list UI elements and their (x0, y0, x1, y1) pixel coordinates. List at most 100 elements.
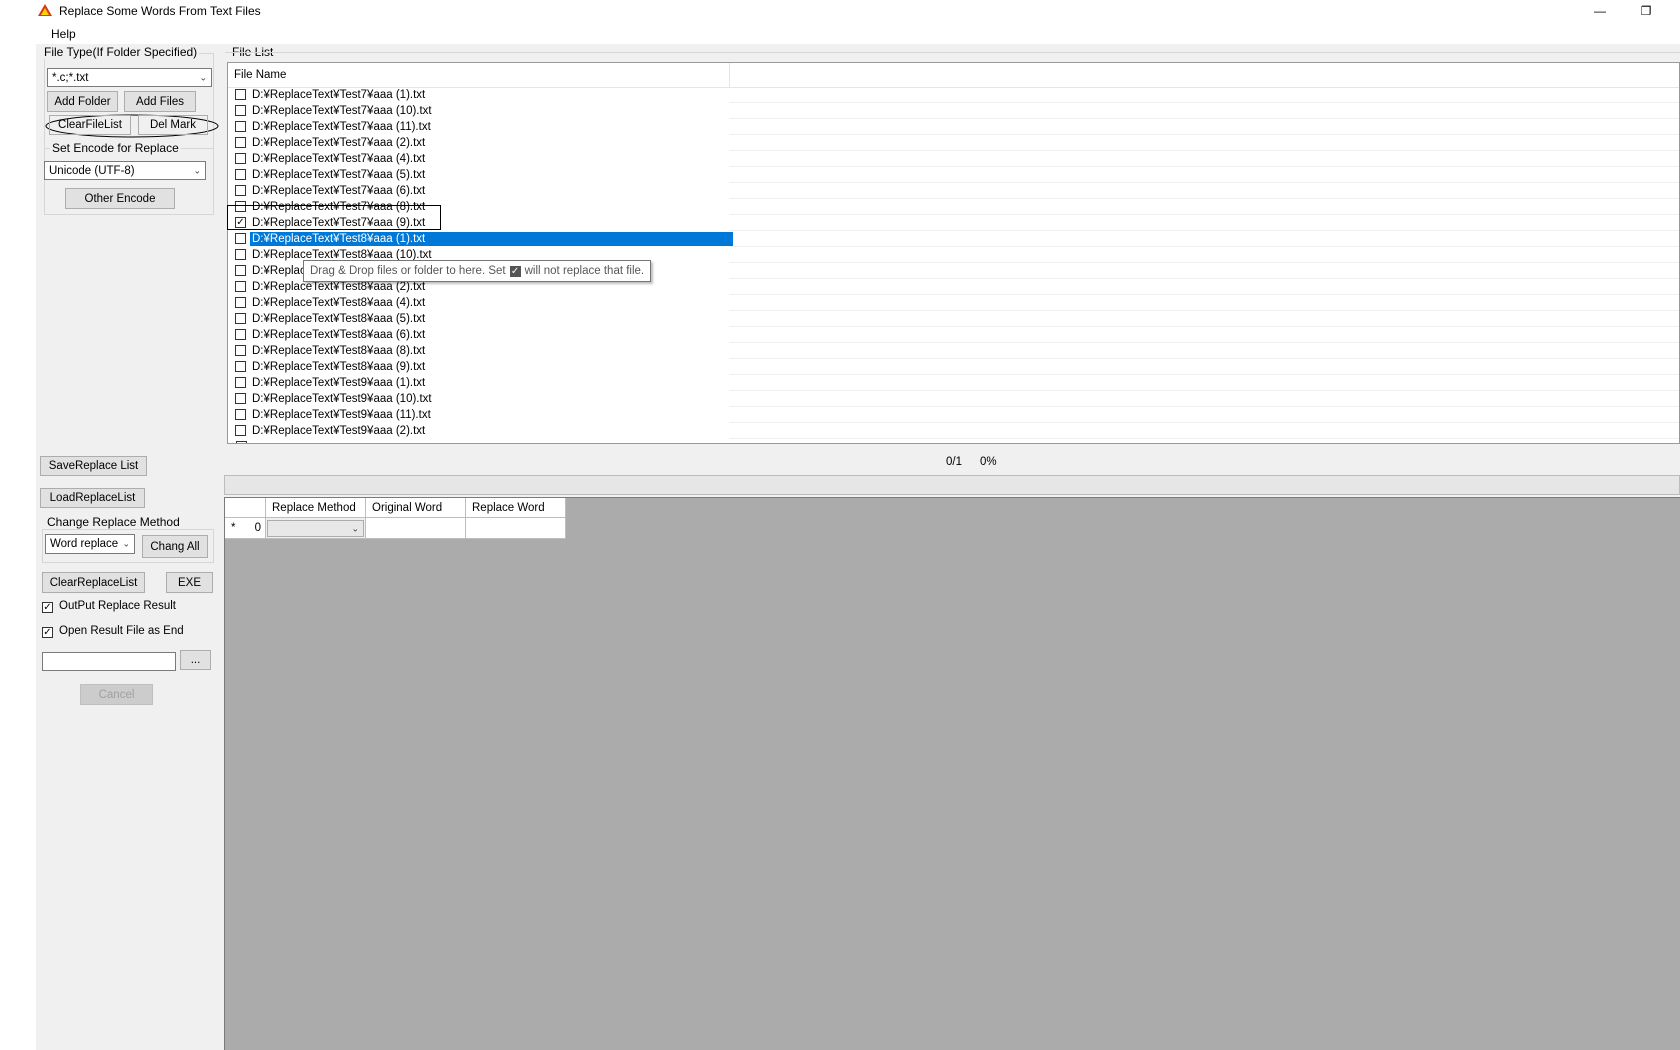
other-encode-button[interactable]: Other Encode (65, 188, 175, 209)
file-checkbox[interactable] (235, 361, 246, 372)
file-checkbox[interactable] (235, 89, 246, 100)
row-gridline (729, 438, 1679, 439)
column-header-original-word[interactable]: Original Word (366, 498, 466, 518)
file-row[interactable]: D:¥ReplaceText¥Test7¥aaa (10).txt (228, 103, 1679, 119)
file-row[interactable]: D:¥ReplaceText¥Test7¥aaa (2).txt (228, 135, 1679, 151)
file-list-header: File Name (228, 63, 1679, 88)
add-folder-button[interactable]: Add Folder (47, 91, 118, 112)
file-row[interactable]: D:¥ReplaceText¥Test7¥aaa (6).txt (228, 183, 1679, 199)
file-list-view[interactable]: File Name D:¥ReplaceText¥Test7¥aaa (1).t… (227, 62, 1680, 444)
replace-word-cell[interactable] (466, 518, 566, 539)
file-row[interactable]: D:¥ReplaceText¥Test7¥aaa (5).txt (228, 167, 1679, 183)
file-checkbox[interactable] (235, 393, 246, 404)
file-row[interactable]: D:¥ReplaceText¥Test9¥aaa (10).txt (228, 391, 1679, 407)
file-name: D:¥ReplaceText¥Test7¥aaa (1).txt (252, 89, 426, 101)
file-row[interactable]: D:¥ReplaceText¥Test8¥aaa (8).txt (228, 343, 1679, 359)
file-checkbox[interactable] (235, 345, 246, 356)
title-bar: Replace Some Words From Text Files — ❐ (0, 0, 1680, 22)
file-checkbox[interactable] (235, 409, 246, 420)
file-row[interactable]: D:¥ReplaceText¥Test8¥aaa (9).txt (228, 359, 1679, 375)
file-name: D:¥ReplaceText¥Test9¥aaa (10).txt (252, 393, 432, 405)
app-icon (38, 4, 52, 16)
replace-method-cell-combo[interactable]: ⌄ (267, 520, 364, 537)
partial-row-checkbox (236, 441, 247, 443)
file-name: D:¥ReplaceText¥Test8¥aaa (9).txt (252, 361, 426, 373)
tooltip-text-after: will not replace that file. (524, 265, 645, 277)
original-word-cell[interactable] (366, 518, 466, 539)
file-row[interactable]: D:¥ReplaceText¥Test7¥aaa (1).txt (228, 87, 1679, 103)
replace-method-combo[interactable]: Word replace ⌄ (45, 534, 135, 554)
file-checkbox[interactable] (235, 233, 246, 244)
save-replace-list-button[interactable]: SaveReplace List (40, 456, 147, 476)
exe-button[interactable]: EXE (166, 572, 213, 593)
output-result-checkbox[interactable]: ✓ (42, 602, 53, 613)
file-type-group-label: File Type(If Folder Specified) (42, 45, 200, 59)
clear-replace-list-button[interactable]: ClearReplaceList (42, 572, 145, 593)
file-name: D:¥ReplaceText¥Test7¥aaa (4).txt (252, 153, 426, 165)
file-name: D:¥ReplaceText¥Test7¥aaa (6).txt (252, 185, 426, 197)
file-checkbox[interactable] (235, 137, 246, 148)
load-replace-list-button[interactable]: LoadReplaceList (40, 488, 145, 508)
grid-corner-header (225, 498, 266, 518)
file-row[interactable]: D:¥ReplaceText¥Test7¥aaa (4).txt (228, 151, 1679, 167)
file-checkbox[interactable] (235, 249, 246, 260)
file-checkbox[interactable] (235, 297, 246, 308)
file-checkbox[interactable] (235, 169, 246, 180)
chevron-down-icon: ⌄ (351, 523, 359, 533)
file-name: D:¥ReplaceText¥Test9¥aaa (2).txt (252, 425, 426, 437)
file-row[interactable]: D:¥ReplaceText¥Test9¥aaa (11).txt (228, 407, 1679, 423)
file-row[interactable]: D:¥ReplaceText¥Test8¥aaa (1).txt (228, 231, 1679, 247)
replace-method-cell[interactable]: ⌄ (266, 518, 366, 539)
file-name: D:¥ReplaceText¥Test7¥aaa (10).txt (252, 105, 432, 117)
file-checkbox[interactable] (235, 377, 246, 388)
file-checkbox[interactable] (235, 265, 246, 276)
file-checkbox[interactable] (235, 105, 246, 116)
file-type-value: *.c;*.txt (52, 71, 89, 84)
result-path-input[interactable] (42, 652, 176, 671)
column-header-replace-method[interactable]: Replace Method (266, 498, 366, 518)
file-row[interactable]: D:¥ReplaceText¥Test8¥aaa (5).txt (228, 311, 1679, 327)
replace-grid[interactable]: Replace Method Original Word Replace Wor… (224, 497, 1680, 1050)
menu-bar: Help (36, 24, 1680, 44)
column-separator (729, 63, 730, 87)
restore-button[interactable]: ❐ (1623, 0, 1669, 22)
file-checkbox[interactable] (235, 185, 246, 196)
minimize-button[interactable]: — (1577, 0, 1623, 22)
file-checkbox[interactable] (235, 425, 246, 436)
browse-button[interactable]: ... (180, 650, 211, 670)
file-checkbox[interactable] (235, 329, 246, 340)
file-row[interactable]: D:¥ReplaceText¥Test8¥aaa (4).txt (228, 295, 1679, 311)
file-row[interactable]: D:¥ReplaceText¥Test8¥aaa (6).txt (228, 327, 1679, 343)
tooltip-text-before: Drag & Drop files or folder to here. Set (310, 265, 506, 277)
del-mark-button[interactable]: Del Mark (138, 115, 208, 135)
file-checkbox[interactable] (235, 121, 246, 132)
file-type-combo[interactable]: *.c;*.txt ⌄ (47, 68, 212, 87)
file-row[interactable]: D:¥ReplaceText¥Test7¥aaa (8).txt (228, 199, 1679, 215)
file-checkbox[interactable] (235, 153, 246, 164)
file-checkbox[interactable] (235, 313, 246, 324)
encode-combo[interactable]: Unicode (UTF-8) ⌄ (44, 161, 206, 180)
column-header-replace-word[interactable]: Replace Word (466, 498, 566, 518)
progress-percent: 0% (980, 456, 997, 468)
clear-file-list-button[interactable]: ClearFileList (49, 115, 131, 135)
file-name: D:¥ReplaceText¥Test8¥aaa (1).txt (250, 232, 733, 246)
file-row[interactable]: D:¥ReplaceText¥Test9¥aaa (1).txt (228, 375, 1679, 391)
menu-help[interactable]: Help (51, 27, 76, 41)
file-row[interactable]: D:¥ReplaceText¥Test7¥aaa (11).txt (228, 119, 1679, 135)
open-result-checkbox[interactable]: ✓ (42, 627, 53, 638)
change-all-button[interactable]: Chang All (142, 535, 208, 558)
column-header-file-name[interactable]: File Name (234, 69, 286, 81)
file-name: D:¥ReplaceText¥Test8¥aaa (5).txt (252, 313, 426, 325)
chevron-down-icon: ⌄ (122, 538, 130, 549)
file-name: D:¥ReplaceText¥Test9¥aaa (11).txt (252, 409, 431, 421)
new-row-index: 0 (254, 522, 261, 534)
new-row-header: * 0 (225, 518, 266, 539)
file-row[interactable]: ✓ D:¥ReplaceText¥Test7¥aaa (9).txt (228, 215, 1679, 231)
progress-bar (224, 475, 1680, 495)
file-checkbox[interactable] (235, 281, 246, 292)
replace-method-value: Word replace (50, 538, 119, 550)
file-list-group-border (225, 52, 1680, 53)
file-name: D:¥ReplaceText¥Test7¥aaa (11).txt (252, 121, 431, 133)
file-row[interactable]: D:¥ReplaceText¥Test9¥aaa (2).txt (228, 423, 1679, 439)
add-files-button[interactable]: Add Files (124, 91, 196, 112)
